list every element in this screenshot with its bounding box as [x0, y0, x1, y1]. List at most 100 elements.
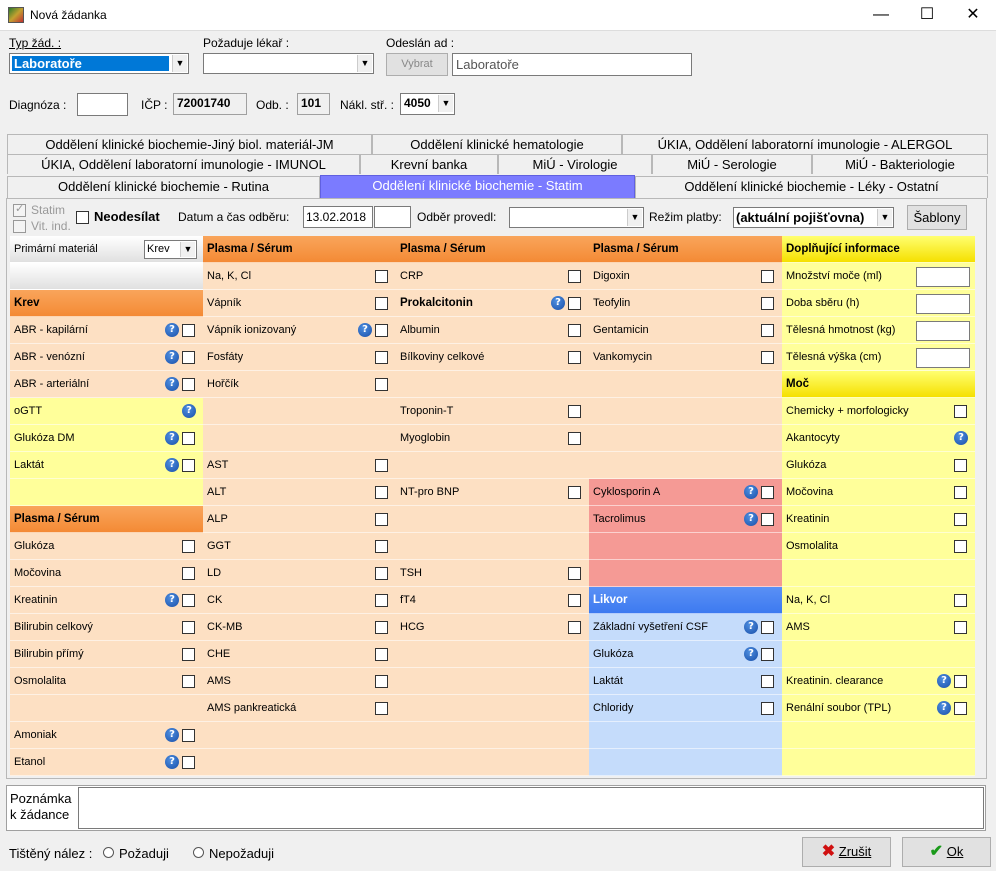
test-checkbox[interactable]	[182, 540, 195, 553]
test-checkbox[interactable]	[182, 648, 195, 661]
help-icon[interactable]: ?	[165, 458, 179, 472]
typ-select[interactable]: Laboratoře ▼	[9, 53, 189, 74]
diagnoza-input[interactable]	[77, 93, 128, 116]
test-checkbox[interactable]	[568, 351, 581, 364]
tab-leky-ostatni[interactable]: Oddělení klinické biochemie - Léky - Ost…	[635, 176, 988, 198]
platba-select[interactable]: (aktuální pojišťovna) ▼	[733, 207, 894, 228]
help-icon[interactable]: ?	[165, 593, 179, 607]
help-icon[interactable]: ?	[165, 350, 179, 364]
pozaduji-radio[interactable]	[103, 847, 114, 858]
test-checkbox[interactable]	[954, 621, 967, 634]
datum-input[interactable]: 13.02.2018	[303, 206, 373, 228]
test-checkbox[interactable]	[761, 270, 774, 283]
help-icon[interactable]: ?	[182, 404, 196, 418]
chevron-down-icon[interactable]: ▼	[438, 95, 453, 112]
test-checkbox[interactable]	[761, 324, 774, 337]
help-icon[interactable]: ?	[744, 647, 758, 661]
info-input[interactable]	[916, 294, 970, 314]
test-checkbox[interactable]	[568, 432, 581, 445]
test-checkbox[interactable]	[954, 702, 967, 715]
test-checkbox[interactable]	[182, 729, 195, 742]
sablony-button[interactable]: Šablony	[907, 205, 967, 230]
test-checkbox[interactable]	[761, 297, 774, 310]
chevron-down-icon[interactable]: ▼	[172, 55, 187, 72]
test-checkbox[interactable]	[375, 270, 388, 283]
test-checkbox[interactable]	[375, 702, 388, 715]
zrusit-button[interactable]: ✖ Zrušit	[802, 837, 891, 867]
chevron-down-icon[interactable]: ▼	[357, 55, 372, 72]
test-checkbox[interactable]	[568, 324, 581, 337]
tab-rutina[interactable]: Oddělení klinické biochemie - Rutina	[7, 176, 320, 198]
test-checkbox[interactable]	[954, 594, 967, 607]
tab-krevni-banka[interactable]: Krevní banka	[360, 154, 498, 174]
help-icon[interactable]: ?	[937, 701, 951, 715]
test-checkbox[interactable]	[568, 621, 581, 634]
tab-serologie[interactable]: MiÚ - Serologie	[652, 154, 812, 174]
help-icon[interactable]: ?	[165, 323, 179, 337]
odeslan-field[interactable]: Laboratoře	[452, 53, 692, 76]
odber-select[interactable]: ▼	[509, 207, 644, 228]
tab-hematologie[interactable]: Oddělení klinické hematologie	[372, 134, 622, 154]
test-checkbox[interactable]	[375, 675, 388, 688]
cas-input[interactable]	[374, 206, 411, 228]
test-checkbox[interactable]	[182, 324, 195, 337]
test-checkbox[interactable]	[568, 486, 581, 499]
pozaduje-select[interactable]: ▼	[203, 53, 374, 74]
test-checkbox[interactable]	[568, 405, 581, 418]
minimize-button[interactable]: —	[858, 0, 904, 31]
poznamka-input[interactable]	[78, 787, 984, 829]
test-checkbox[interactable]	[954, 513, 967, 526]
test-checkbox[interactable]	[375, 324, 388, 337]
chevron-down-icon[interactable]: ▼	[627, 209, 642, 226]
neodesilat-checkbox[interactable]	[76, 211, 89, 224]
info-input[interactable]	[916, 321, 970, 341]
test-checkbox[interactable]	[761, 486, 774, 499]
test-checkbox[interactable]	[761, 351, 774, 364]
test-checkbox[interactable]	[375, 486, 388, 499]
help-icon[interactable]: ?	[744, 620, 758, 634]
test-checkbox[interactable]	[182, 621, 195, 634]
test-checkbox[interactable]	[182, 459, 195, 472]
ok-button[interactable]: ✔ Ok	[902, 837, 991, 867]
vybrat-button[interactable]: Vybrat	[386, 53, 448, 76]
info-input[interactable]	[916, 267, 970, 287]
test-checkbox[interactable]	[182, 756, 195, 769]
test-checkbox[interactable]	[375, 594, 388, 607]
test-checkbox[interactable]	[375, 378, 388, 391]
help-icon[interactable]: ?	[744, 512, 758, 526]
test-checkbox[interactable]	[568, 567, 581, 580]
test-checkbox[interactable]	[954, 675, 967, 688]
tab-okb-jm[interactable]: Oddělení klinické biochemie-Jiný biol. m…	[7, 134, 372, 154]
test-checkbox[interactable]	[568, 297, 581, 310]
tab-bakteriologie[interactable]: MiÚ - Bakteriologie	[812, 154, 988, 174]
test-checkbox[interactable]	[182, 567, 195, 580]
help-icon[interactable]: ?	[165, 728, 179, 742]
test-checkbox[interactable]	[954, 405, 967, 418]
chevron-down-icon[interactable]: ▼	[180, 242, 195, 257]
chevron-down-icon[interactable]: ▼	[877, 209, 892, 226]
tab-imunol[interactable]: ÚKIA, Oddělení laboratorní imunologie - …	[7, 154, 360, 174]
test-checkbox[interactable]	[182, 594, 195, 607]
test-checkbox[interactable]	[954, 540, 967, 553]
test-checkbox[interactable]	[375, 351, 388, 364]
test-checkbox[interactable]	[182, 351, 195, 364]
test-checkbox[interactable]	[182, 378, 195, 391]
test-checkbox[interactable]	[375, 540, 388, 553]
help-icon[interactable]: ?	[165, 755, 179, 769]
nakl-select[interactable]: 4050 ▼	[400, 93, 455, 115]
test-checkbox[interactable]	[761, 702, 774, 715]
test-checkbox[interactable]	[568, 594, 581, 607]
test-checkbox[interactable]	[761, 621, 774, 634]
test-checkbox[interactable]	[954, 486, 967, 499]
tab-virologie[interactable]: MiÚ - Virologie	[498, 154, 652, 174]
test-checkbox[interactable]	[182, 432, 195, 445]
test-checkbox[interactable]	[375, 513, 388, 526]
test-checkbox[interactable]	[761, 648, 774, 661]
test-checkbox[interactable]	[375, 621, 388, 634]
maximize-button[interactable]: ☐	[904, 0, 950, 31]
info-input[interactable]	[916, 348, 970, 368]
tab-statim[interactable]: Oddělení klinické biochemie - Statim	[320, 175, 635, 198]
help-icon[interactable]: ?	[165, 431, 179, 445]
test-checkbox[interactable]	[761, 513, 774, 526]
close-button[interactable]: ✕	[950, 0, 996, 31]
